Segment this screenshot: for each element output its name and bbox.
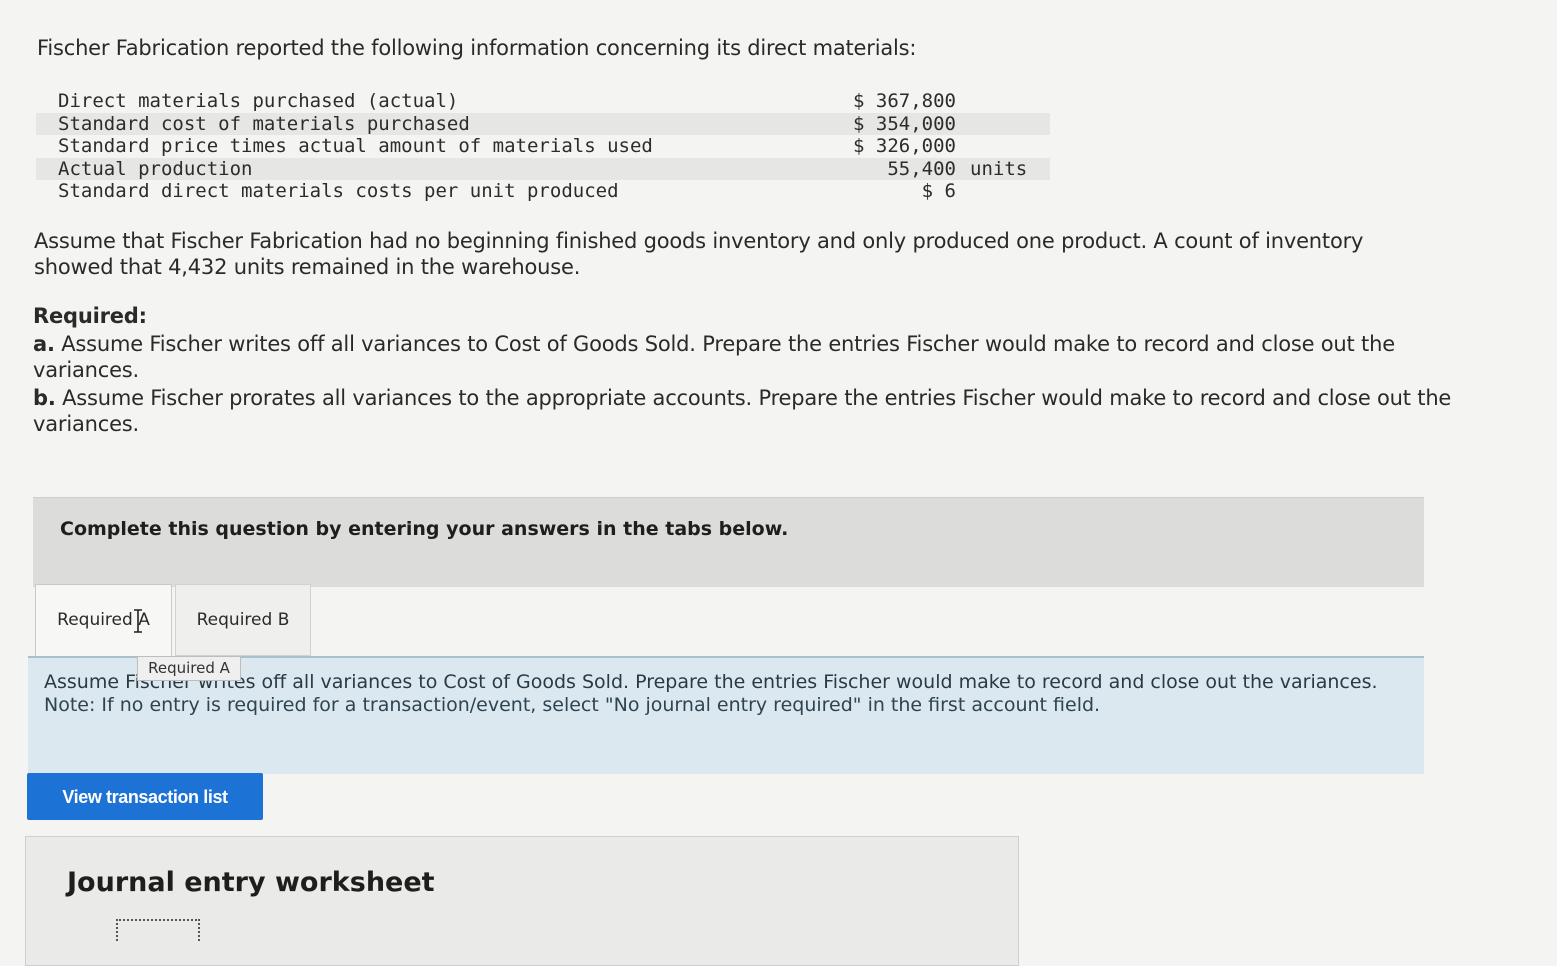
tab-required-a[interactable]: Required A: [35, 584, 172, 656]
required-section: Required: a. Assume Fischer writes off a…: [33, 303, 1453, 437]
required-heading: Required:: [33, 304, 147, 328]
item-text: Assume Fischer writes off all variances …: [33, 332, 1395, 382]
text-cursor-icon: [134, 609, 142, 633]
item-prefix: a.: [33, 332, 55, 356]
table-row: Standard cost of materials purchased $ 3…: [36, 112, 1050, 135]
row-value: $ 6: [921, 180, 956, 202]
table-row: Actual production 55,400 units: [36, 157, 1050, 180]
intro-text: Fischer Fabrication reported the followi…: [37, 36, 917, 60]
row-value: 55,400: [798, 157, 956, 180]
table-row: Direct materials purchased (actual) $ 36…: [36, 90, 1050, 113]
instruction-text: Assume Fischer writes off all variances …: [44, 671, 1378, 693]
worksheet-pager[interactable]: [116, 919, 200, 941]
assumption-text: Assume that Fischer Fabrication had no b…: [34, 229, 1364, 279]
tab-tooltip: Required A: [137, 656, 241, 681]
instruction-note: Note: If no entry is required for a tran…: [44, 694, 1101, 716]
banner-text: Complete this question by entering your …: [60, 518, 789, 540]
required-item-b: b. Assume Fischer prorates all variances…: [33, 385, 1453, 437]
row-unit: [956, 90, 1050, 113]
row-unit: units: [956, 157, 1050, 180]
item-prefix: b.: [33, 386, 56, 410]
materials-table: Direct materials purchased (actual) $ 36…: [36, 90, 1050, 203]
row-value: $ 367,800: [853, 90, 956, 112]
row-label: Standard cost of materials purchased: [36, 112, 798, 135]
table-row: Standard price times actual amount of ma…: [36, 135, 1050, 158]
view-transaction-list-button[interactable]: View transaction list: [27, 773, 263, 820]
table-row: Standard direct materials costs per unit…: [36, 180, 1050, 203]
row-unit: [956, 112, 1050, 135]
row-unit: [956, 135, 1050, 158]
row-label: Standard direct materials costs per unit…: [58, 180, 619, 202]
row-value: $ 326,000: [853, 135, 956, 157]
row-value: $ 354,000: [798, 112, 956, 135]
row-unit: [956, 180, 1050, 203]
item-text: Assume Fischer prorates all variances to…: [33, 386, 1452, 436]
row-label: Actual production: [36, 157, 798, 180]
required-item-a: a. Assume Fischer writes off all varianc…: [33, 331, 1453, 383]
row-label: Direct materials purchased (actual): [58, 90, 459, 112]
worksheet-title: Journal entry worksheet: [67, 867, 435, 898]
instructions-banner: Complete this question by entering your …: [33, 497, 1424, 587]
tab-required-b[interactable]: Required B: [175, 584, 311, 656]
row-label: Standard price times actual amount of ma…: [58, 135, 653, 157]
